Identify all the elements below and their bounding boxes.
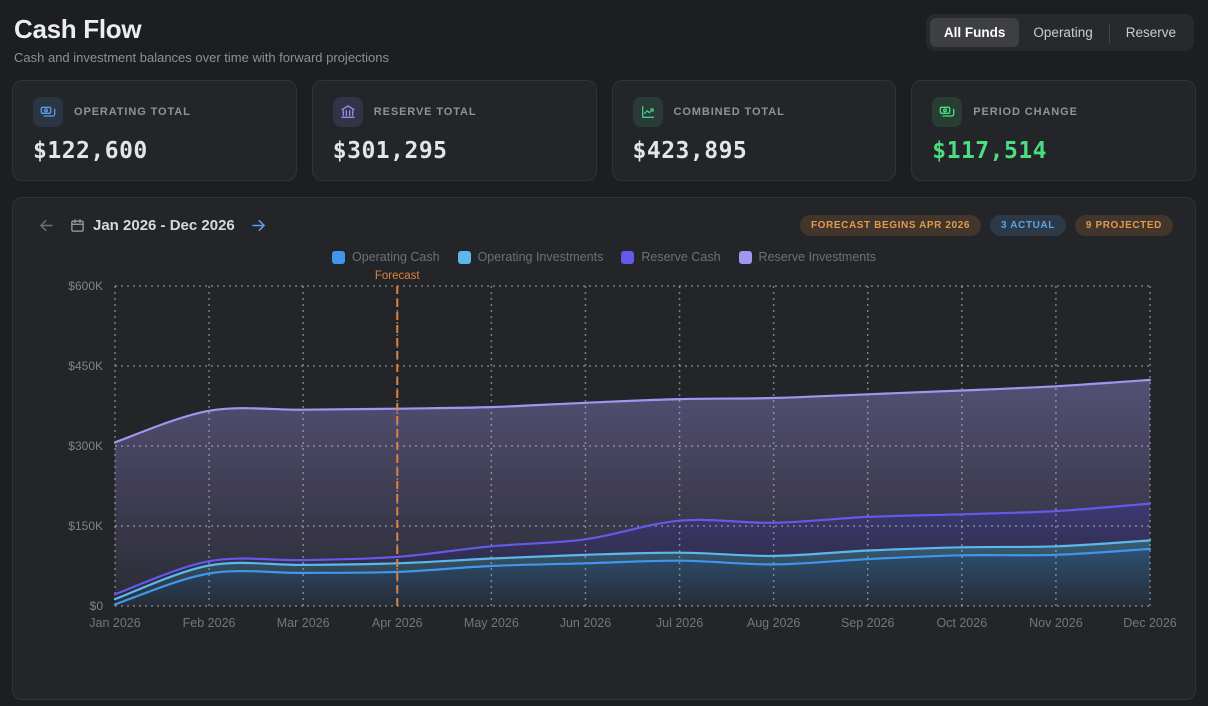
svg-text:Aug 2026: Aug 2026 — [747, 616, 801, 630]
stat-label: RESERVE TOTAL — [374, 106, 477, 118]
stat-value: $423,895 — [633, 138, 876, 164]
svg-text:Nov 2026: Nov 2026 — [1029, 616, 1083, 630]
chart-legend: Operating Cash Operating Investments Res… — [35, 250, 1173, 264]
period-navigation: Jan 2026 - Dec 2026 — [35, 214, 270, 237]
stat-card-operating-total: OPERATING TOTAL $122,600 — [12, 80, 297, 181]
arrow-left-icon — [37, 216, 56, 235]
legend-item-reserve-cash[interactable]: Reserve Cash — [621, 250, 720, 264]
page-title: Cash Flow — [14, 14, 389, 45]
legend-swatch — [739, 251, 752, 264]
svg-text:Apr 2026: Apr 2026 — [372, 616, 423, 630]
svg-text:Jun 2026: Jun 2026 — [560, 616, 611, 630]
svg-text:Mar 2026: Mar 2026 — [277, 616, 330, 630]
tab-reserve[interactable]: Reserve — [1112, 18, 1190, 47]
arrow-right-icon — [249, 216, 268, 235]
legend-swatch — [621, 251, 634, 264]
period-label-group: Jan 2026 - Dec 2026 — [70, 217, 235, 234]
stacked-area-chart: Forecast $0 $150K $300K $450K $600K Jan 2026 Fe… — [35, 266, 1175, 634]
legend-swatch — [458, 251, 471, 264]
stat-label: PERIOD CHANGE — [973, 106, 1078, 118]
projected-count-badge: 9 PROJECTED — [1075, 215, 1173, 236]
stats-row: OPERATING TOTAL $122,600 RESERVE TOTAL $… — [12, 80, 1196, 181]
stat-value: $301,295 — [333, 138, 576, 164]
svg-text:Sep 2026: Sep 2026 — [841, 616, 895, 630]
svg-text:$450K: $450K — [68, 359, 103, 373]
chart-header: Jan 2026 - Dec 2026 FORECAST BEGINS APR … — [35, 214, 1173, 237]
stat-card-combined-total: COMBINED TOTAL $423,895 — [612, 80, 897, 181]
trending-up-icon — [633, 97, 663, 127]
svg-text:Feb 2026: Feb 2026 — [183, 616, 236, 630]
forecast-label: Forecast — [375, 270, 421, 282]
fund-filter-tabs: All Funds Operating Reserve — [926, 14, 1194, 51]
stat-card-reserve-total: RESERVE TOTAL $301,295 — [312, 80, 597, 181]
stat-label: OPERATING TOTAL — [74, 106, 191, 118]
banknotes-icon — [33, 97, 63, 127]
legend-label: Operating Investments — [478, 250, 604, 264]
tab-all-funds[interactable]: All Funds — [930, 18, 1020, 47]
chart-badges: FORECAST BEGINS APR 2026 3 ACTUAL 9 PROJ… — [800, 215, 1173, 236]
page-heading: Cash Flow Cash and investment balances o… — [14, 14, 389, 65]
y-axis-labels: $0 $150K $300K $450K $600K — [68, 279, 103, 613]
calendar-icon — [70, 218, 85, 233]
stat-label: COMBINED TOTAL — [674, 106, 785, 118]
forecast-begins-badge: FORECAST BEGINS APR 2026 — [800, 215, 981, 236]
period-label: Jan 2026 - Dec 2026 — [93, 217, 235, 234]
legend-label: Reserve Cash — [641, 250, 720, 264]
svg-text:Jul 2026: Jul 2026 — [656, 616, 703, 630]
legend-label: Operating Cash — [352, 250, 440, 264]
cash-flow-chart-panel: Jan 2026 - Dec 2026 FORECAST BEGINS APR … — [12, 197, 1196, 700]
legend-label: Reserve Investments — [759, 250, 876, 264]
tab-operating[interactable]: Operating — [1019, 18, 1106, 47]
plot-area-wrapper: Forecast $0 $150K $300K $450K $600K Jan 2026 Fe… — [35, 266, 1173, 634]
tab-divider — [1109, 23, 1110, 43]
next-period-button[interactable] — [247, 214, 270, 237]
stat-value: $117,514 — [932, 138, 1175, 164]
previous-period-button[interactable] — [35, 214, 58, 237]
legend-swatch — [332, 251, 345, 264]
banknotes-icon — [932, 97, 962, 127]
x-axis-labels: Jan 2026 Feb 2026 Mar 2026 Apr 2026 May 2026… — [89, 616, 1177, 630]
svg-text:May 2026: May 2026 — [464, 616, 519, 630]
bank-icon — [333, 97, 363, 127]
svg-text:$300K: $300K — [68, 439, 103, 453]
svg-text:$150K: $150K — [68, 519, 103, 533]
stat-card-period-change: PERIOD CHANGE $117,514 — [911, 80, 1196, 181]
svg-text:$600K: $600K — [68, 279, 103, 293]
svg-text:Dec 2026: Dec 2026 — [1123, 616, 1177, 630]
legend-item-reserve-investments[interactable]: Reserve Investments — [739, 250, 876, 264]
page-subtitle: Cash and investment balances over time w… — [14, 50, 389, 65]
legend-item-operating-investments[interactable]: Operating Investments — [458, 250, 604, 264]
stat-value: $122,600 — [33, 138, 276, 164]
svg-text:Jan 2026: Jan 2026 — [89, 616, 140, 630]
actual-count-badge: 3 ACTUAL — [990, 215, 1066, 236]
svg-text:$0: $0 — [90, 599, 104, 613]
legend-item-operating-cash[interactable]: Operating Cash — [332, 250, 440, 264]
svg-text:Oct 2026: Oct 2026 — [936, 616, 987, 630]
page-header: Cash Flow Cash and investment balances o… — [12, 12, 1196, 65]
